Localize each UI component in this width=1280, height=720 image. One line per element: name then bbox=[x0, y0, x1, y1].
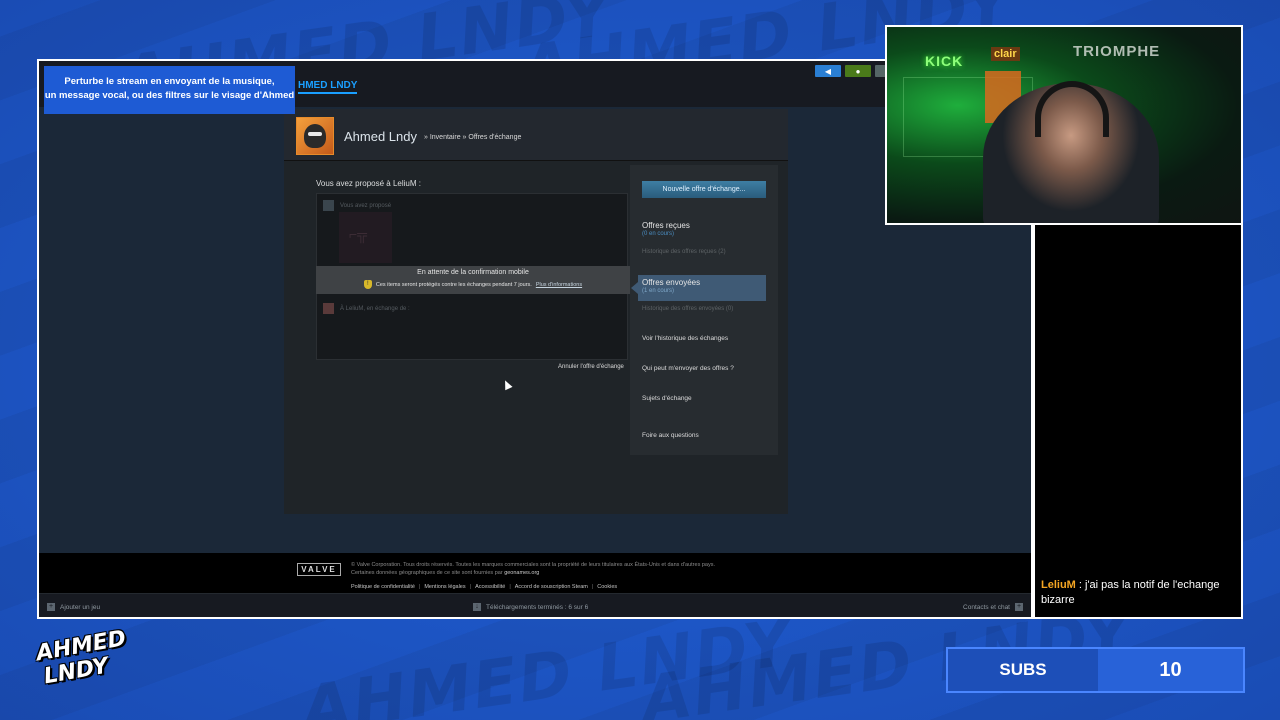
breadcrumb-inventory[interactable]: Inventaire bbox=[430, 134, 461, 141]
mouse-cursor-icon bbox=[501, 378, 513, 391]
new-trade-offer-button[interactable]: Nouvelle offre d'échange... bbox=[642, 181, 766, 198]
sent-offers-section[interactable]: Offres envoyées (1 en cours) bbox=[642, 278, 766, 294]
footer-link-privacy[interactable]: Politique de confidentialité bbox=[351, 584, 415, 590]
pending-text: Ces items seront protégés contre les éch… bbox=[375, 281, 532, 288]
sent-offers-count: (1 en cours) bbox=[642, 288, 675, 294]
avatar-face-icon bbox=[304, 124, 326, 148]
cancel-offer-link[interactable]: Annuler l'offre d'échange bbox=[558, 364, 624, 370]
webcam-clair-sign: clair bbox=[991, 47, 1020, 61]
received-offers-section[interactable]: Offres reçues (0 en cours) bbox=[642, 221, 766, 237]
received-offers-title: Offres reçues bbox=[642, 221, 690, 230]
trade-offers-panel: Vous avez proposé à LeliuM : Vous avez p… bbox=[284, 161, 788, 514]
you-proposed-row: Vous avez proposé bbox=[323, 200, 391, 211]
pending-confirmation-banner: En attente de la confirmation mobile ! C… bbox=[316, 266, 630, 294]
ahmed-lndy-logo: AHMED LNDY bbox=[34, 626, 128, 711]
steam-statusbar: + Ajouter un jeu ↓ Téléchargements termi… bbox=[39, 593, 1031, 617]
sent-offers-title: Offres envoyées bbox=[642, 278, 701, 287]
who-can-send-link[interactable]: Qui peut m'envoyer des offres ? bbox=[642, 365, 734, 372]
plus-icon: + bbox=[47, 603, 55, 611]
downloads-label: Téléchargements terminés : 6 sur 6 bbox=[486, 603, 589, 611]
friends-chat-button[interactable]: Contacts et chat + bbox=[963, 603, 1023, 611]
notice-line-2: un message vocal, ou des filtres sur le … bbox=[44, 90, 295, 101]
profile-header: Ahmed Lndy » Inventaire » Offres d'échan… bbox=[284, 109, 788, 161]
trade-item-slot[interactable] bbox=[339, 212, 392, 263]
download-icon: ↓ bbox=[473, 603, 481, 611]
webcam-kick-sign: KICK bbox=[925, 53, 964, 69]
footer-links: Politique de confidentialité | Mentions l… bbox=[351, 584, 618, 590]
trade-sidebar: Nouvelle offre d'échange... Offres reçue… bbox=[630, 165, 778, 455]
chat-message: LeliuM : j'ai pas la notif de l'echange … bbox=[1041, 578, 1237, 608]
subs-counter: SUBS 10 bbox=[946, 647, 1245, 693]
geo-link[interactable]: geonames.org bbox=[504, 570, 539, 576]
profile-name[interactable]: Ahmed Lndy bbox=[344, 129, 417, 144]
received-offers-count: (0 en cours) bbox=[642, 231, 675, 237]
pending-subtext: ! Ces items seront protégés contre les é… bbox=[316, 280, 630, 289]
footer-copyright: © Valve Corporation. Tous droits réservé… bbox=[351, 561, 791, 577]
friends-chat-label: Contacts et chat bbox=[963, 603, 1010, 611]
notification-bell-icon[interactable]: ● bbox=[845, 65, 871, 77]
trade-offer-box: Vous avez proposé En attente de la confi… bbox=[316, 193, 630, 391]
chat-username: LeliuM bbox=[1041, 579, 1076, 591]
shield-icon: ! bbox=[363, 280, 372, 289]
webcam-feed: KICK clair TRIOMPHE bbox=[885, 25, 1243, 225]
stream-notice-banner: Perturbe le stream en envoyant de la mus… bbox=[44, 66, 295, 114]
copyright-text: © Valve Corporation. Tous droits réservé… bbox=[351, 562, 715, 568]
trade-title: Vous avez proposé à LeliuM : bbox=[316, 179, 421, 188]
my-avatar bbox=[323, 200, 334, 211]
topbar-icons: ◀ ● bbox=[815, 65, 887, 77]
valve-logo: VALVE bbox=[297, 563, 341, 576]
trade-history-link[interactable]: Voir l'historique des échanges bbox=[642, 335, 728, 342]
geo-line: Certaines données géographiques de ce si… bbox=[351, 569, 791, 577]
add-game-button[interactable]: + Ajouter un jeu bbox=[47, 603, 100, 611]
footer-link-subscriber-agreement[interactable]: Accord de souscription Steam bbox=[515, 584, 588, 590]
subs-value: 10 bbox=[1098, 649, 1243, 691]
stream-chat: LeliuM : j'ai pas la notif de l'echange … bbox=[1033, 225, 1243, 619]
faq-link[interactable]: Foire aux questions bbox=[642, 432, 699, 439]
to-lelium-label: À LeliuM, en échange de : bbox=[340, 305, 410, 312]
footer-link-accessibility[interactable]: Accessibilité bbox=[475, 584, 505, 590]
breadcrumb: » Inventaire » Offres d'échange bbox=[424, 134, 521, 141]
partner-avatar bbox=[323, 303, 334, 314]
steam-footer: VALVE © Valve Corporation. Tous droits r… bbox=[39, 553, 1031, 593]
geo-text: Certaines données géographiques de ce si… bbox=[351, 570, 503, 576]
pending-title: En attente de la confirmation mobile bbox=[417, 269, 529, 276]
trade-topics-link[interactable]: Sujets d'échange bbox=[642, 395, 692, 402]
steam-window: HMED LNDY ◀ ● Ahmed Lndy » Inventaire » … bbox=[37, 59, 1033, 619]
more-info-link[interactable]: Plus d'informations bbox=[536, 282, 582, 288]
footer-link-legal[interactable]: Mentions légales bbox=[424, 584, 465, 590]
steam-username-tab[interactable]: HMED LNDY bbox=[298, 80, 358, 94]
webcam-triomphe-sign: TRIOMPHE bbox=[1073, 43, 1161, 60]
to-lelium-row: À LeliuM, en échange de : bbox=[323, 303, 410, 314]
subs-label: SUBS bbox=[999, 660, 1047, 679]
avatar[interactable] bbox=[296, 117, 334, 155]
announcement-icon[interactable]: ◀ bbox=[815, 65, 841, 77]
add-game-label: Ajouter un jeu bbox=[60, 603, 101, 611]
chat-icon: + bbox=[1015, 603, 1023, 611]
steam-content: Ahmed Lndy » Inventaire » Offres d'échan… bbox=[39, 107, 1031, 553]
footer-link-cookies[interactable]: Cookies bbox=[597, 584, 617, 590]
downloads-status[interactable]: ↓ Téléchargements terminés : 6 sur 6 bbox=[473, 603, 588, 611]
breadcrumb-offers[interactable]: Offres d'échange bbox=[468, 134, 521, 141]
you-proposed-label: Vous avez proposé bbox=[340, 202, 392, 209]
sent-history-link[interactable]: Historique des offres envoyées (0) bbox=[642, 306, 766, 312]
received-history-link[interactable]: Historique des offres reçues (2) bbox=[642, 249, 766, 255]
notice-line-1: Perturbe le stream en envoyant de la mus… bbox=[64, 76, 275, 87]
